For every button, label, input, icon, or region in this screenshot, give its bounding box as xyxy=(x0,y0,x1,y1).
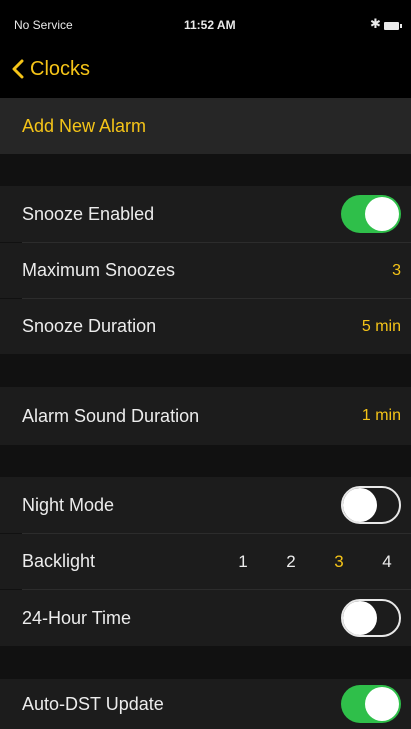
backlight-level-4[interactable]: 4 xyxy=(363,552,411,572)
alarm-sound-duration-row[interactable]: Alarm Sound Duration 1 min xyxy=(0,387,411,445)
backlight-label: Backlight xyxy=(22,551,96,571)
toggle-knob xyxy=(343,488,377,522)
maximum-snoozes-row[interactable]: Maximum Snoozes 3 xyxy=(0,243,411,298)
chevron-left-icon xyxy=(12,59,24,79)
maximum-snoozes-label: Maximum Snoozes xyxy=(22,260,176,280)
toggle-knob xyxy=(365,687,399,721)
nav-bar: Clocks xyxy=(0,42,411,98)
toggle-knob xyxy=(365,197,399,231)
snooze-duration-row[interactable]: Snooze Duration 5 min xyxy=(0,299,411,354)
auto-dst-update-row: Auto-DST Update xyxy=(0,679,411,729)
24-hour-time-label: 24-Hour Time xyxy=(22,607,132,628)
backlight-level-2[interactable]: 2 xyxy=(267,552,315,572)
auto-dst-update-label: Auto-DST Update xyxy=(22,693,164,714)
snooze-duration-label: Snooze Duration xyxy=(22,316,157,336)
backlight-level-3[interactable]: 3 xyxy=(315,552,363,572)
alarm-sound-duration-value: 1 min xyxy=(361,407,401,424)
auto-dst-update-toggle[interactable] xyxy=(341,685,401,723)
bluetooth-icon: ✱ xyxy=(370,16,381,31)
back-button[interactable]: Clocks xyxy=(12,54,90,84)
snooze-enabled-toggle[interactable] xyxy=(341,195,401,233)
backlight-row: Backlight 1 2 3 4 xyxy=(0,534,411,589)
maximum-snoozes-value: 3 xyxy=(392,261,401,279)
battery-icon xyxy=(384,22,402,30)
night-mode-toggle[interactable] xyxy=(341,486,401,524)
snooze-duration-value: 5 min xyxy=(361,317,401,335)
snooze-enabled-row: Snooze Enabled xyxy=(0,186,411,242)
24-hour-time-toggle[interactable] xyxy=(341,599,401,637)
toggle-knob xyxy=(343,601,377,635)
backlight-level-selector: 1 2 3 4 xyxy=(219,534,411,589)
night-mode-label: Night Mode xyxy=(22,494,115,515)
snooze-enabled-label: Snooze Enabled xyxy=(22,203,155,224)
backlight-level-1[interactable]: 1 xyxy=(219,552,267,572)
add-new-alarm-row[interactable]: Add New Alarm xyxy=(0,98,411,154)
24-hour-time-row: 24-Hour Time xyxy=(0,590,411,646)
add-new-alarm-label: Add New Alarm xyxy=(22,115,147,136)
night-mode-row: Night Mode xyxy=(0,477,411,533)
status-bar: No Service 11:52 AM ✱ xyxy=(0,0,411,42)
carrier-label: No Service xyxy=(14,18,73,32)
alarm-sound-duration-label: Alarm Sound Duration xyxy=(22,405,200,426)
clock-time: 11:52 AM xyxy=(184,18,236,32)
back-label: Clocks xyxy=(30,57,91,80)
